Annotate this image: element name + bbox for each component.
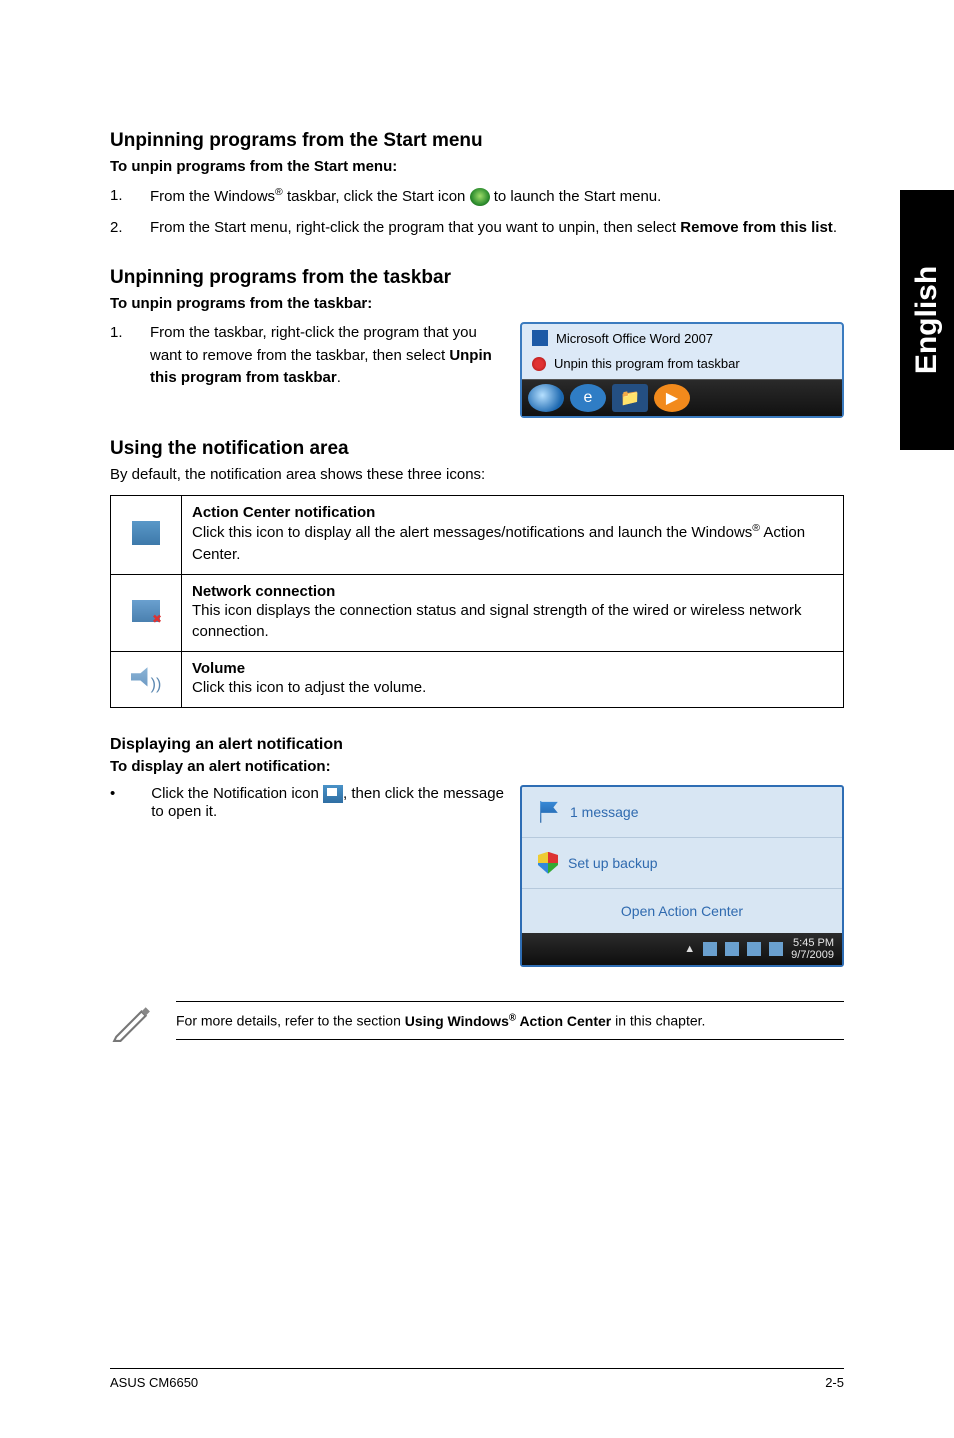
footer-right: 2-5 <box>825 1375 844 1390</box>
flag-icon <box>538 801 560 823</box>
popup-program-label: Microsoft Office Word 2007 <box>556 331 713 346</box>
step-text: From the Start menu, right-click the pro… <box>150 217 844 240</box>
sec4-row: • Click the Notification icon , then cli… <box>110 785 844 967</box>
sec2-step1: 1. From the taskbar, right-click the pro… <box>110 322 504 390</box>
desc-cell: Network connection This icon displays th… <box>182 574 844 652</box>
alert-backup-label: Set up backup <box>568 855 658 871</box>
sec1-steps: 1. From the Windows® taskbar, click the … <box>110 185 844 239</box>
alert-row-open: Open Action Center <box>522 889 842 933</box>
word-icon <box>532 330 548 346</box>
alert-popup: 1 message Set up backup Open Action Cent… <box>520 785 844 967</box>
sec3-heading: Using the notification area <box>110 438 844 460</box>
row-title: Action Center notification <box>192 504 375 521</box>
action-center-icon <box>132 521 160 545</box>
alert-row-backup: Set up backup <box>522 838 842 889</box>
ie-icon: e <box>570 384 606 412</box>
icon-cell <box>111 574 182 652</box>
unpin-icon <box>532 357 546 371</box>
step-number: 1. <box>110 185 150 209</box>
page-content: Unpinning programs from the Start menu T… <box>0 0 954 1083</box>
list-item: • Click the Notification icon , then cli… <box>110 785 504 820</box>
volume-wave-icon: )) <box>151 676 162 694</box>
bullet-dot: • <box>110 785 115 820</box>
alert-row-message: 1 message <box>522 787 842 838</box>
sec1-step1: 1. From the Windows® taskbar, click the … <box>110 185 844 209</box>
reg-mark: ® <box>275 186 283 198</box>
table-row: )) Volume Click this icon to adjust the … <box>111 652 844 708</box>
start-orb-icon <box>470 188 490 206</box>
row-title: Network connection <box>192 583 335 600</box>
start-orb-icon <box>528 384 564 412</box>
notification-flag-icon <box>323 785 343 803</box>
desc-cell: Action Center notification Click this ic… <box>182 496 844 575</box>
row-title: Volume <box>192 660 245 677</box>
page-footer: ASUS CM6650 2-5 <box>110 1368 844 1390</box>
tray-icon <box>725 942 739 956</box>
note-text: For more details, refer to the section U… <box>176 1001 844 1040</box>
shield-icon <box>538 852 558 874</box>
desc-cell: Volume Click this icon to adjust the vol… <box>182 652 844 708</box>
sec2-sub: To unpin programs from the taskbar: <box>110 295 844 312</box>
sec4-heading: Displaying an alert notification <box>110 736 844 754</box>
step-number: 2. <box>110 217 150 240</box>
bold-term: Remove from this list <box>680 219 833 236</box>
tray-flag-icon <box>769 942 783 956</box>
reg-mark: ® <box>752 522 760 534</box>
tray-icon <box>747 942 761 956</box>
step-text: From the Windows® taskbar, click the Sta… <box>150 185 844 209</box>
taskbar-popup: Microsoft Office Word 2007 Unpin this pr… <box>520 322 844 418</box>
table-row: Network connection This icon displays th… <box>111 574 844 652</box>
table-row: Action Center notification Click this ic… <box>111 496 844 575</box>
row-body: This icon displays the connection status… <box>192 600 833 644</box>
sec2-row: 1. From the taskbar, right-click the pro… <box>110 322 844 418</box>
step-text: From the taskbar, right-click the progra… <box>150 322 504 390</box>
icon-cell <box>111 496 182 575</box>
taskbar-strip: e 📁 ▶ <box>522 379 842 416</box>
footer-left: ASUS CM6650 <box>110 1375 198 1390</box>
pencil-icon <box>110 1001 152 1043</box>
system-tray: ▲ 5:45 PM 9/7/2009 <box>522 933 842 965</box>
popup-unpin-label: Unpin this program from taskbar <box>554 356 740 371</box>
popup-row-unpin: Unpin this program from taskbar <box>522 352 842 379</box>
row-body: Click this icon to display all the alert… <box>192 521 833 566</box>
alert-open-label: Open Action Center <box>621 903 743 919</box>
bullet-text: Click the Notification icon , then click… <box>151 785 504 820</box>
sec4-bullets: • Click the Notification icon , then cli… <box>110 785 504 820</box>
explorer-icon: 📁 <box>612 384 648 412</box>
tray-arrow-icon: ▲ <box>684 943 695 955</box>
sec1-step2: 2. From the Start menu, right-click the … <box>110 217 844 240</box>
popup-row-program: Microsoft Office Word 2007 <box>522 324 842 352</box>
sec1-sub: To unpin programs from the Start menu: <box>110 158 844 175</box>
notification-table: Action Center notification Click this ic… <box>110 495 844 708</box>
reg-mark: ® <box>509 1012 516 1023</box>
tray-clock: 5:45 PM 9/7/2009 <box>791 937 834 961</box>
sec2-steps: 1. From the taskbar, right-click the pro… <box>110 322 504 390</box>
tray-icon <box>703 942 717 956</box>
sec2-heading: Unpinning programs from the taskbar <box>110 267 844 289</box>
note-block: For more details, refer to the section U… <box>110 1001 844 1043</box>
sec3-lead: By default, the notification area shows … <box>110 466 844 483</box>
media-player-icon: ▶ <box>654 384 690 412</box>
sec4-sub: To display an alert notification: <box>110 758 844 775</box>
icon-cell: )) <box>111 652 182 708</box>
step-number: 1. <box>110 322 150 390</box>
row-body: Click this icon to adjust the volume. <box>192 677 833 699</box>
alert-message-label: 1 message <box>570 804 638 820</box>
sec1-heading: Unpinning programs from the Start menu <box>110 130 844 152</box>
network-icon <box>132 600 160 622</box>
